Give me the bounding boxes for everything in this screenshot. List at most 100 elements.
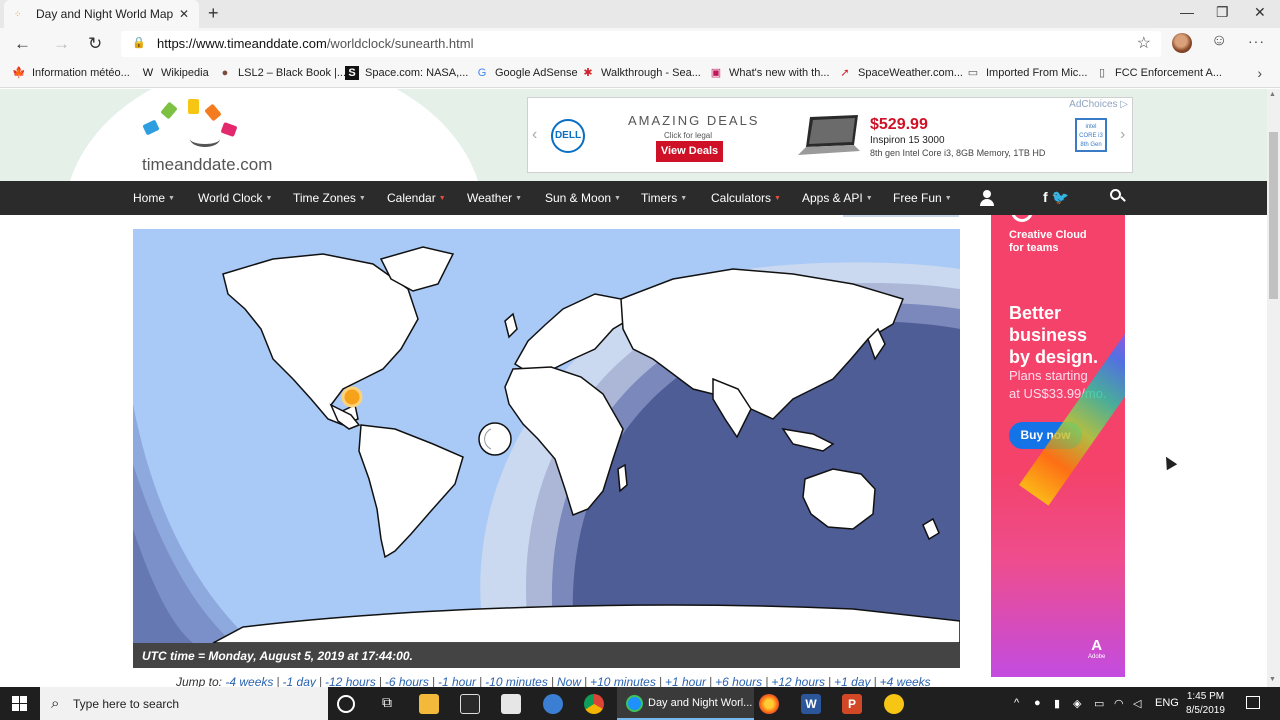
- favorites-overflow-chevron-icon[interactable]: ›: [1257, 65, 1262, 81]
- pinned-app-icon[interactable]: [884, 694, 904, 714]
- laptop-image: [798, 115, 860, 155]
- favorite-star-icon[interactable]: ☆: [1137, 33, 1151, 53]
- site-header: timeanddate.com AdChoices ▷ ‹ › DELL AMA…: [0, 89, 1267, 181]
- nav-item-weather[interactable]: Weather ▼: [467, 191, 522, 205]
- favorite-4[interactable]: S Space.com: NASA,...: [345, 66, 468, 80]
- volume-icon[interactable]: ◁: [1133, 697, 1141, 710]
- minimize-icon[interactable]: —: [1180, 4, 1194, 20]
- nav-item-world-clock[interactable]: World Clock ▼: [198, 191, 272, 205]
- logo-text: timeanddate.com: [142, 155, 273, 174]
- store-icon[interactable]: [460, 694, 480, 714]
- nav-item-timers[interactable]: Timers ▼: [641, 191, 687, 205]
- edge-icon: [626, 695, 643, 712]
- address-toolbar: ← → ↻ 🔒 https://www.timeanddate.com/worl…: [0, 28, 1280, 60]
- system-clock[interactable]: 1:45 PM 8/5/2019: [1186, 690, 1225, 718]
- feedback-smiley-icon[interactable]: ☺: [1211, 32, 1227, 50]
- firefox-icon[interactable]: [759, 694, 779, 714]
- favorite-label: Imported From Mic...: [986, 67, 1088, 79]
- browser-tab-active[interactable]: ⁘ Day and Night World Map ✕: [4, 0, 199, 28]
- wifi-icon[interactable]: ◠: [1114, 697, 1124, 710]
- clock-date: 8/5/2019: [1186, 705, 1225, 716]
- refresh-icon[interactable]: ↻: [88, 34, 102, 54]
- nav-item-calculators[interactable]: Calculators ▼: [711, 191, 781, 205]
- ad-model: Inspiron 15 3000: [870, 135, 945, 146]
- timeanddate-favicon: ⁘: [14, 8, 22, 19]
- browser-tab-strip: ⁘ Day and Night World Map ✕ + — ❐ ✕: [0, 0, 1280, 28]
- scroll-up-icon[interactable]: ▲: [1269, 91, 1276, 98]
- nav-item-label: Time Zones: [293, 191, 356, 205]
- battery-icon[interactable]: ▭: [1094, 697, 1104, 710]
- caret-down-icon: ▼: [865, 195, 873, 203]
- url-field[interactable]: 🔒 https://www.timeanddate.com/worldclock…: [121, 31, 1161, 57]
- view-deals-button[interactable]: View Deals: [656, 141, 723, 162]
- window-close-icon[interactable]: ✕: [1254, 4, 1266, 21]
- dell-banner-ad[interactable]: AdChoices ▷ ‹ › DELL AMAZING DEALS Click…: [527, 97, 1133, 173]
- taskbar-search-box[interactable]: ⌕ Type here to search: [40, 687, 328, 720]
- side-ad-product: Creative Cloud for teams: [1009, 229, 1087, 254]
- side-ad-headline: Better business by design.: [1009, 303, 1099, 367]
- favorite-2[interactable]: W Wikipedia: [141, 66, 209, 80]
- nav-item-sun-moon[interactable]: Sun & Moon ▼: [545, 191, 621, 205]
- task-view-icon[interactable]: ⧉: [377, 694, 397, 714]
- cortana-icon[interactable]: [337, 695, 355, 713]
- ad-prev-arrow-icon[interactable]: ‹: [532, 126, 537, 144]
- scroll-down-icon[interactable]: ▼: [1269, 676, 1276, 683]
- adchoices-label[interactable]: AdChoices ▷: [1069, 99, 1128, 110]
- microphone-icon[interactable]: ▮: [1054, 697, 1060, 710]
- favorite-8[interactable]: ➚ SpaceWeather.com...: [838, 66, 963, 80]
- user-account-icon[interactable]: [979, 190, 995, 206]
- favorite-6[interactable]: ✱ Walkthrough - Sea...: [581, 66, 700, 80]
- url-path: /worldclock/sunearth.html: [326, 36, 474, 51]
- nav-item-home[interactable]: Home ▼: [133, 191, 175, 205]
- tray-app-icon[interactable]: ●: [1034, 697, 1041, 709]
- nav-item-time-zones[interactable]: Time Zones ▼: [293, 191, 366, 205]
- lock-icon: 🔒: [132, 37, 146, 49]
- action-center-icon[interactable]: [1246, 696, 1260, 709]
- nav-item-free-fun[interactable]: Free Fun ▼: [893, 191, 952, 205]
- nav-item-label: Free Fun: [893, 191, 942, 205]
- back-arrow-icon[interactable]: ←: [14, 34, 31, 54]
- favorite-label: SpaceWeather.com...: [858, 67, 963, 79]
- favorite-7[interactable]: ▣ What's new with th...: [709, 66, 830, 80]
- favorite-9[interactable]: ▭ Imported From Mic...: [966, 66, 1088, 80]
- nav-item-apps-api[interactable]: Apps & API ▼: [802, 191, 873, 205]
- new-tab-button[interactable]: +: [208, 3, 219, 24]
- favorite-10[interactable]: ▯ FCC Enforcement A...: [1095, 66, 1222, 80]
- scrollbar-thumb[interactable]: [1269, 132, 1278, 299]
- close-tab-icon[interactable]: ✕: [179, 7, 189, 21]
- more-menu-icon[interactable]: ···: [1248, 33, 1265, 49]
- favorite-1[interactable]: 🍁 Information météo...: [12, 66, 130, 80]
- adobe-side-ad[interactable]: Creative Cloud for teams Better business…: [991, 215, 1125, 677]
- creative-cloud-logo-icon: [1011, 215, 1033, 222]
- facebook-twitter-icons[interactable]: f 🐦: [1043, 189, 1069, 206]
- active-edge-window[interactable]: Day and Night Worl...: [617, 687, 754, 720]
- windows-start-icon[interactable]: [12, 696, 28, 712]
- mail-icon[interactable]: [501, 694, 521, 714]
- language-indicator[interactable]: ENG: [1155, 697, 1179, 709]
- file-explorer-icon[interactable]: [419, 694, 439, 714]
- caret-down-icon: ▼: [680, 195, 688, 203]
- powerpoint-icon[interactable]: P: [842, 694, 862, 714]
- page-scrollbar[interactable]: ▲ ▼: [1267, 89, 1280, 687]
- word-icon[interactable]: W: [801, 694, 821, 714]
- sun-position-icon: [341, 386, 363, 408]
- ad-next-arrow-icon[interactable]: ›: [1120, 126, 1125, 144]
- favorite-3[interactable]: ● LSL2 – Black Book |...: [218, 66, 346, 80]
- nav-item-calendar[interactable]: Calendar ▼: [387, 191, 446, 205]
- maximize-icon[interactable]: ❐: [1216, 4, 1229, 21]
- caret-down-icon: ▼: [438, 195, 446, 203]
- search-icon[interactable]: [1110, 189, 1126, 203]
- ad-legal-link[interactable]: Click for legal: [664, 131, 712, 140]
- logo-petal-orange: [204, 103, 222, 122]
- site-logo[interactable]: timeanddate.com: [142, 97, 292, 177]
- defender-icon[interactable]: ◈: [1073, 697, 1081, 710]
- chrome-icon[interactable]: [584, 694, 604, 714]
- favorite-label: FCC Enforcement A...: [1115, 67, 1222, 79]
- app-icon[interactable]: [543, 694, 563, 714]
- adobe-wordmark: Adobe: [1088, 654, 1106, 660]
- tray-overflow-icon[interactable]: ^: [1014, 697, 1019, 709]
- profile-avatar[interactable]: [1172, 33, 1192, 53]
- day-night-world-map[interactable]: [133, 229, 960, 643]
- favorite-5[interactable]: G Google AdSense: [475, 66, 578, 80]
- forward-arrow-icon[interactable]: →: [53, 34, 70, 54]
